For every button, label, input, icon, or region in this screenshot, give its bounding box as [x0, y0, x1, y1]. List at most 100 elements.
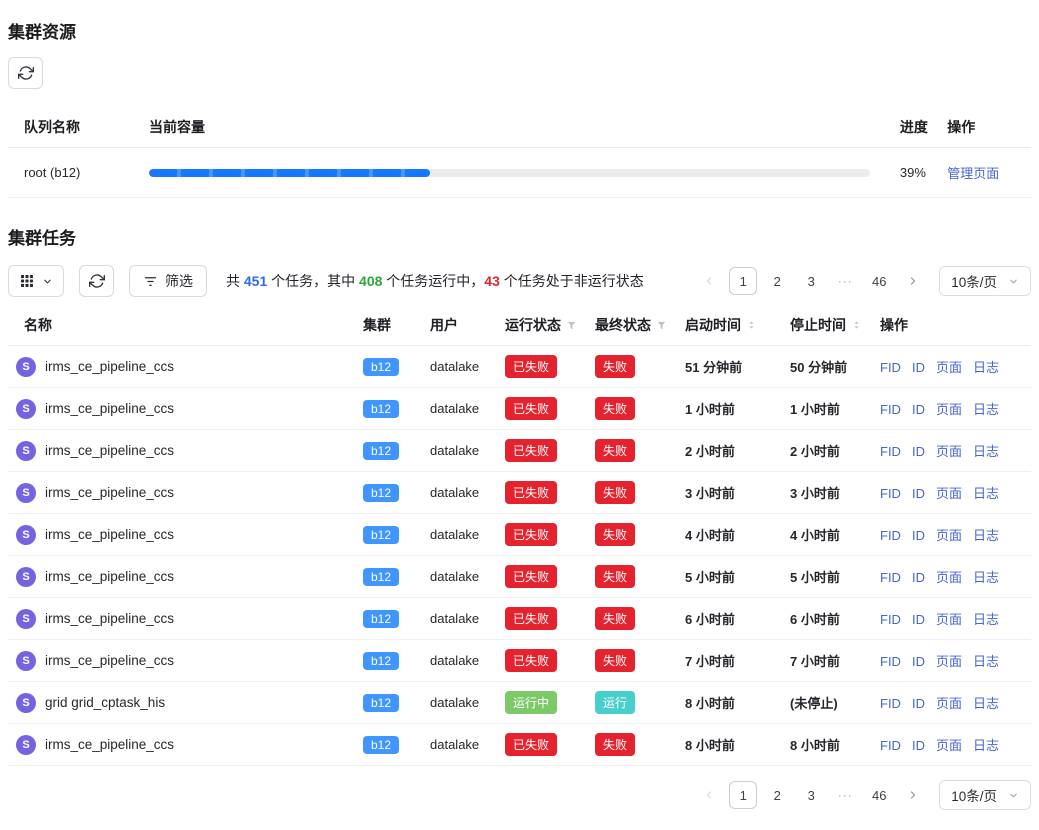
filter-icon — [143, 274, 158, 289]
task-action-link-日志[interactable]: 日志 — [973, 738, 999, 753]
task-action-link-id[interactable]: ID — [912, 486, 925, 501]
task-action-link-id[interactable]: ID — [912, 654, 925, 669]
task-action-link-页面[interactable]: 页面 — [936, 402, 962, 417]
spark-avatar: S — [16, 693, 36, 713]
final-status-badge: 失败 — [595, 481, 635, 504]
final-status-badge: 失败 — [595, 733, 635, 756]
task-action-link-日志[interactable]: 日志 — [973, 612, 999, 627]
pagination-page-2[interactable]: 2 — [763, 267, 791, 295]
filter-button-label: 筛选 — [165, 271, 193, 291]
task-action-link-id[interactable]: ID — [912, 528, 925, 543]
task-action-link-fid[interactable]: FID — [880, 696, 901, 711]
resources-refresh-button[interactable] — [8, 57, 43, 89]
task-action-link-日志[interactable]: 日志 — [973, 570, 999, 585]
task-action-link-页面[interactable]: 页面 — [936, 444, 962, 459]
spark-avatar: S — [16, 399, 36, 419]
task-action-link-页面[interactable]: 页面 — [936, 696, 962, 711]
task-user: datalake — [430, 569, 479, 584]
spark-avatar: S — [16, 357, 36, 377]
task-action-link-日志[interactable]: 日志 — [973, 360, 999, 375]
run-status-badge: 已失败 — [505, 565, 557, 588]
task-action-link-页面[interactable]: 页面 — [936, 360, 962, 375]
spark-avatar: S — [16, 651, 36, 671]
chevron-right-icon — [907, 789, 919, 801]
pagination-page-2[interactable]: 2 — [763, 781, 791, 809]
task-action-link-fid[interactable]: FID — [880, 402, 901, 417]
task-action-link-fid[interactable]: FID — [880, 528, 901, 543]
task-action-link-id[interactable]: ID — [912, 402, 925, 417]
task-action-link-日志[interactable]: 日志 — [973, 696, 999, 711]
task-action-link-日志[interactable]: 日志 — [973, 528, 999, 543]
stop-time: 3 小时前 — [782, 472, 872, 514]
pagination-prev-button[interactable] — [695, 781, 723, 809]
task-actions: FID ID 页面日志 — [872, 472, 1031, 514]
col-cluster: 集群 — [355, 305, 422, 346]
run-status-badge: 已失败 — [505, 649, 557, 672]
pagination-page-1[interactable]: 1 — [729, 267, 757, 295]
task-action-link-id[interactable]: ID — [912, 612, 925, 627]
col-final-status: 最终状态 — [587, 305, 677, 346]
start-time: 7 小时前 — [677, 640, 782, 682]
run-status-badge: 已失败 — [505, 397, 557, 420]
grid-view-dropdown-button[interactable] — [8, 265, 64, 297]
stop-time: 6 小时前 — [782, 598, 872, 640]
page-size-select[interactable]: 10条/页 — [939, 780, 1031, 810]
task-action-link-日志[interactable]: 日志 — [973, 486, 999, 501]
task-action-link-日志[interactable]: 日志 — [973, 444, 999, 459]
summary-part-plain: 个任务运行中， — [382, 273, 484, 289]
pagination-page-46[interactable]: 46 — [865, 781, 893, 809]
task-action-link-id[interactable]: ID — [912, 444, 925, 459]
task-action-link-fid[interactable]: FID — [880, 486, 901, 501]
filter-button[interactable]: 筛选 — [129, 265, 207, 297]
col-current-capacity: 当前容量 — [141, 107, 892, 148]
col-final-status-label: 最终状态 — [595, 315, 651, 335]
task-action-link-fid[interactable]: FID — [880, 738, 901, 753]
start-time: 2 小时前 — [677, 430, 782, 472]
pagination-page-1[interactable]: 1 — [729, 781, 757, 809]
task-action-link-id[interactable]: ID — [912, 360, 925, 375]
task-action-link-页面[interactable]: 页面 — [936, 654, 962, 669]
task-action-link-页面[interactable]: 页面 — [936, 570, 962, 585]
pagination-next-button[interactable] — [899, 267, 927, 295]
final-status-badge: 失败 — [595, 439, 635, 462]
run-status-badge: 已失败 — [505, 523, 557, 546]
tasks-refresh-button[interactable] — [79, 265, 114, 297]
task-action-link-日志[interactable]: 日志 — [973, 654, 999, 669]
funnel-filter-icon[interactable] — [656, 320, 667, 331]
task-action-link-fid[interactable]: FID — [880, 360, 901, 375]
task-action-link-日志[interactable]: 日志 — [973, 402, 999, 417]
task-action-link-页面[interactable]: 页面 — [936, 486, 962, 501]
task-action-link-页面[interactable]: 页面 — [936, 528, 962, 543]
task-action-link-fid[interactable]: FID — [880, 654, 901, 669]
task-name: irms_ce_pipeline_ccs — [45, 401, 174, 416]
sort-carets-icon[interactable] — [851, 318, 862, 332]
task-action-link-页面[interactable]: 页面 — [936, 612, 962, 627]
task-action-link-id[interactable]: ID — [912, 570, 925, 585]
cluster-tag: b12 — [363, 568, 399, 586]
task-action-link-id[interactable]: ID — [912, 738, 925, 753]
start-time: 51 分钟前 — [677, 346, 782, 388]
task-action-link-fid[interactable]: FID — [880, 612, 901, 627]
manage-page-link[interactable]: 管理页面 — [947, 166, 999, 181]
pagination-page-3[interactable]: 3 — [797, 781, 825, 809]
queue-progress-percent: 39% — [892, 148, 939, 198]
task-action-link-id[interactable]: ID — [912, 696, 925, 711]
sort-carets-icon[interactable] — [746, 318, 757, 332]
pagination-next-button[interactable] — [899, 781, 927, 809]
pagination-page-46[interactable]: 46 — [865, 267, 893, 295]
task-action-link-fid[interactable]: FID — [880, 570, 901, 585]
pagination-ellipsis: ··· — [831, 781, 859, 809]
funnel-filter-icon[interactable] — [566, 320, 577, 331]
tasks-pagination-top: 123···4610条/页 — [695, 266, 1031, 296]
table-row: S irms_ce_pipeline_ccs b12 datalake 已失败 … — [8, 472, 1031, 514]
task-action-link-页面[interactable]: 页面 — [936, 738, 962, 753]
cluster-tasks-section: 集群任务 筛选 共 451 个任务，其 — [8, 224, 1031, 810]
spark-avatar: S — [16, 441, 36, 461]
task-action-link-fid[interactable]: FID — [880, 444, 901, 459]
capacity-progress-bar — [149, 169, 870, 177]
pagination-page-3[interactable]: 3 — [797, 267, 825, 295]
summary-part-plain: 个任务，其中 — [267, 273, 359, 289]
run-status-badge: 已失败 — [505, 439, 557, 462]
page-size-select[interactable]: 10条/页 — [939, 266, 1031, 296]
pagination-prev-button[interactable] — [695, 267, 723, 295]
